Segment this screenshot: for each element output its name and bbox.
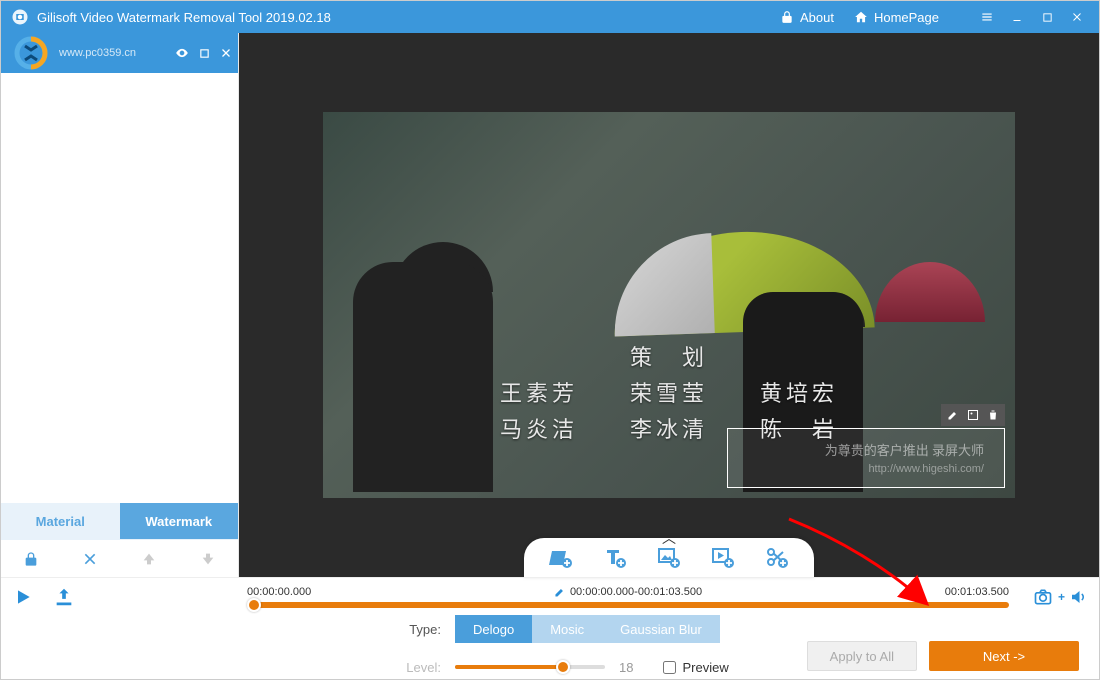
apply-to-all-button[interactable]: Apply to All bbox=[807, 641, 917, 671]
export-button[interactable] bbox=[53, 586, 75, 608]
tab-material[interactable]: Material bbox=[1, 503, 120, 539]
minimize-button[interactable] bbox=[1005, 5, 1029, 29]
add-video-icon[interactable] bbox=[710, 545, 736, 571]
close-button[interactable] bbox=[1065, 5, 1089, 29]
timeline-thumb[interactable] bbox=[247, 598, 261, 612]
remove-clip-icon[interactable] bbox=[218, 45, 234, 61]
edit-selection-icon[interactable] bbox=[944, 407, 962, 423]
timeline-start: 00:00:00.000 bbox=[247, 586, 311, 600]
watermark-selection-box[interactable]: 为尊贵的客户推出 录屏大师 http://www.higeshi.com/ bbox=[727, 428, 1005, 488]
volume-button[interactable] bbox=[1069, 588, 1087, 606]
add-shape-icon[interactable] bbox=[548, 545, 574, 571]
add-image-icon[interactable] bbox=[656, 545, 682, 571]
type-gaussian[interactable]: Gaussian Blur bbox=[602, 615, 720, 643]
type-label: Type: bbox=[381, 622, 441, 637]
type-delogo[interactable]: Delogo bbox=[455, 615, 532, 643]
lock-toggle[interactable] bbox=[1, 540, 60, 577]
snapshot-button[interactable] bbox=[1032, 587, 1054, 607]
selection-toolbar bbox=[941, 404, 1005, 426]
timeline-row: 00:00:00.000 00:00:00.000-00:01:03.500 0… bbox=[1, 577, 1099, 615]
titlebar: Gilisoft Video Watermark Removal Tool 20… bbox=[1, 1, 1099, 33]
visibility-icon[interactable] bbox=[174, 45, 190, 61]
move-down-button[interactable] bbox=[179, 540, 238, 577]
level-slider[interactable] bbox=[455, 655, 605, 679]
type-mosic[interactable]: Mosic bbox=[532, 615, 602, 643]
maximize-button[interactable] bbox=[1035, 5, 1059, 29]
video-preview: 策 划 王素芳 荣雪莹 黄培宏 马炎洁 李冰清 陈 岩 为尊贵的客户推出 录屏大… bbox=[239, 33, 1099, 577]
video-frame[interactable]: 策 划 王素芳 荣雪莹 黄培宏 马炎洁 李冰清 陈 岩 为尊贵的客户推出 录屏大… bbox=[323, 112, 1015, 498]
add-text-icon[interactable] bbox=[602, 545, 628, 571]
bottom-panel: 00:00:00.000 00:00:00.000-00:01:03.500 0… bbox=[1, 577, 1099, 679]
sidebar: www.pc0359.cn Material Watermark bbox=[1, 33, 239, 577]
add-toolbar: ︿ bbox=[524, 538, 814, 578]
image-selection-icon[interactable] bbox=[964, 407, 982, 423]
app-logo-icon bbox=[11, 8, 29, 26]
play-button[interactable] bbox=[13, 587, 33, 607]
window-controls bbox=[969, 5, 1089, 29]
credits-title: 策 划 bbox=[500, 340, 838, 372]
app-title: Gilisoft Video Watermark Removal Tool 20… bbox=[37, 10, 331, 25]
timeline-end: 00:01:03.500 bbox=[945, 586, 1009, 600]
watermark-sample-text: 为尊贵的客户推出 录屏大师 bbox=[825, 440, 984, 459]
watermark-sample-url: http://www.higeshi.com/ bbox=[868, 463, 984, 475]
sidebar-tabs: Material Watermark bbox=[1, 503, 238, 539]
pencil-icon bbox=[554, 586, 566, 598]
preview-checkbox[interactable]: Preview bbox=[663, 660, 728, 675]
sidebar-actions bbox=[1, 539, 238, 577]
delete-selection-icon[interactable] bbox=[984, 407, 1002, 423]
next-button[interactable]: Next -> bbox=[929, 641, 1079, 671]
menu-button[interactable] bbox=[975, 5, 999, 29]
add-cut-icon[interactable] bbox=[764, 545, 790, 571]
lock-icon bbox=[780, 10, 794, 24]
type-toggle-group: Delogo Mosic Gaussian Blur bbox=[455, 615, 720, 643]
preview-checkbox-input[interactable] bbox=[663, 661, 676, 674]
credits-line-2: 王素芳 荣雪莹 黄培宏 bbox=[500, 376, 838, 408]
homepage-label: HomePage bbox=[874, 10, 939, 25]
stop-icon[interactable] bbox=[196, 45, 212, 61]
camera-plus-icon: + bbox=[1058, 590, 1065, 604]
move-up-button[interactable] bbox=[120, 540, 179, 577]
level-label: Level: bbox=[381, 660, 441, 675]
about-label: About bbox=[800, 10, 834, 25]
thumbnail-label: www.pc0359.cn bbox=[59, 47, 136, 59]
about-link[interactable]: About bbox=[780, 10, 834, 25]
timeline-track[interactable]: 00:00:00.000 00:00:00.000-00:01:03.500 0… bbox=[239, 586, 1017, 608]
clip-thumbnail-bar[interactable]: www.pc0359.cn bbox=[1, 33, 238, 73]
tab-watermark[interactable]: Watermark bbox=[120, 503, 239, 539]
level-value: 18 bbox=[619, 660, 633, 675]
controls-row: Type: Delogo Mosic Gaussian Blur Level: … bbox=[1, 615, 1099, 679]
thumbnail-icon bbox=[7, 36, 55, 70]
timeline-range: 00:00:00.000-00:01:03.500 bbox=[554, 586, 702, 598]
delete-button[interactable] bbox=[60, 540, 119, 577]
homepage-link[interactable]: HomePage bbox=[854, 10, 939, 25]
home-icon bbox=[854, 10, 868, 24]
preview-checkbox-label: Preview bbox=[682, 660, 728, 675]
